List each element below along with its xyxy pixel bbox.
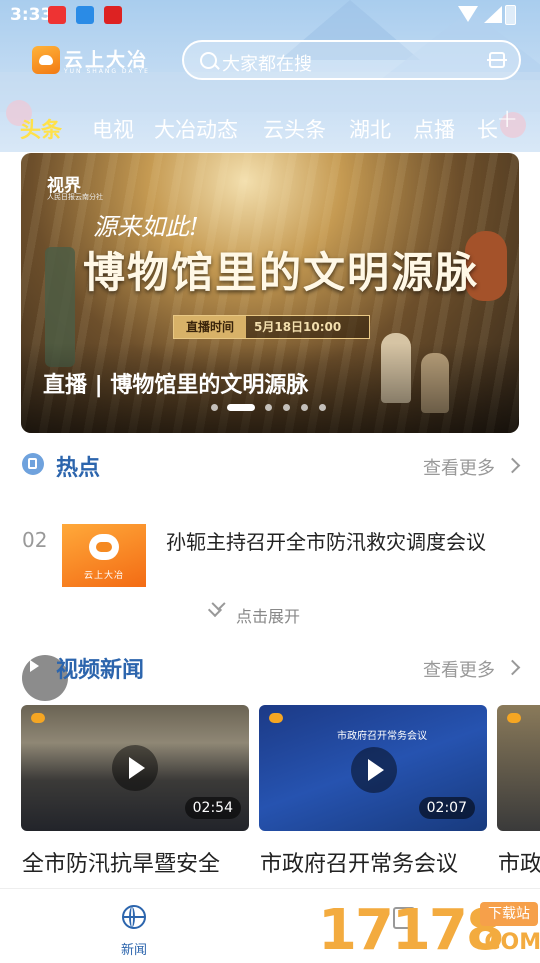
tab-headlines[interactable]: 头条 (20, 114, 62, 144)
chevron-down-icon (207, 602, 223, 618)
video-see-more-link[interactable]: 查看更多 (423, 656, 495, 682)
tab-tv[interactable]: 电视 (92, 114, 134, 144)
video-card-thumbnail[interactable]: 市政府召开常务会议 02:07 (259, 705, 487, 831)
carousel-dot[interactable] (265, 404, 272, 411)
banner-tagline: 源来如此! (93, 213, 199, 241)
video-title[interactable]: 市政府召开常务会议 (260, 846, 458, 878)
channel-tabs: 头条 电视 大冶动态 云头条 湖北 点播 长 (0, 114, 540, 146)
signal-icon (484, 6, 502, 23)
carousel-dot[interactable] (301, 404, 308, 411)
video-title[interactable]: 全市防汛抗旱暨安全 (22, 846, 220, 878)
tab-daye-news[interactable]: 大冶动态 (154, 114, 238, 144)
globe-icon[interactable] (122, 905, 146, 929)
video-card-thumbnail[interactable] (497, 705, 540, 831)
hero-banner[interactable]: 视界 人民日报云南分社 源来如此! 博物馆里的文明源脉 直播时间 5月18日10… (21, 153, 519, 433)
banner-caption: 直播 | 博物馆里的文明源脉 (43, 373, 309, 398)
app-logo-icon (32, 46, 60, 74)
app-notification-icon (104, 6, 122, 24)
video-card-thumbnail[interactable]: 02:54 (21, 705, 249, 831)
hot-item-title: 孙轭主持召开全市防汛救灾调度会议 (166, 530, 486, 554)
watermark-suffix: .COM (476, 930, 540, 955)
carousel-dot[interactable] (211, 404, 218, 411)
tab-on-demand[interactable]: 点播 (413, 114, 455, 144)
download-icon (76, 6, 94, 24)
tab-cloud-headlines[interactable]: 云头条 (263, 114, 326, 144)
search-bar[interactable]: 大家都在搜 (182, 40, 521, 80)
expand-button[interactable]: 点击展开 (236, 603, 300, 627)
notification-icon (48, 6, 66, 24)
channel-logo-icon (31, 713, 45, 723)
app-logo-subtext: YUN SHANG DA YE (64, 68, 150, 75)
carousel-dot-active[interactable] (227, 404, 255, 411)
video-duration: 02:07 (418, 797, 475, 819)
banner-headline: 博物馆里的文明源脉 (83, 248, 480, 297)
status-time: 3:33 (10, 5, 53, 25)
video-title[interactable]: 市政 (498, 846, 540, 878)
hot-see-more-link[interactable]: 查看更多 (423, 454, 495, 480)
video-section-title: 视频新闻 (56, 658, 145, 683)
play-icon[interactable] (351, 747, 397, 793)
carousel-dot[interactable] (283, 404, 290, 411)
chevron-right-icon (504, 457, 521, 474)
banner-brand-sub: 人民日报云南分社 (47, 193, 103, 201)
search-icon (200, 52, 217, 69)
hot-section-icon (22, 453, 44, 475)
add-channel-icon[interactable]: + (496, 104, 518, 134)
thumbnail-logo-text: 云上大冶 (83, 571, 124, 581)
nav-news-label[interactable]: 新闻 (121, 939, 147, 958)
video-thumb-headline: 市政府召开常务会议 (337, 731, 427, 742)
scan-icon[interactable] (487, 52, 507, 68)
status-bar: 3:33 (0, 0, 540, 30)
search-placeholder: 大家都在搜 (222, 54, 312, 75)
live-time-pill: 直播时间 5月18日10:00 (173, 315, 370, 339)
live-time-value: 5月18日10:00 (254, 320, 342, 334)
hot-rank: 02 (22, 528, 48, 552)
battery-icon (505, 5, 516, 25)
hot-section-title: 热点 (56, 456, 101, 481)
watermark-badge: 下载站 (480, 902, 538, 926)
wifi-icon (458, 6, 478, 22)
channel-logo-icon (269, 713, 283, 723)
chevron-right-icon (504, 659, 521, 676)
video-duration: 02:54 (184, 797, 241, 819)
channel-logo-icon (507, 713, 521, 723)
tab-hubei[interactable]: 湖北 (349, 114, 391, 144)
live-time-label: 直播时间 (174, 316, 246, 338)
carousel-dot[interactable] (319, 404, 326, 411)
play-icon[interactable] (112, 745, 158, 791)
news-thumbnail: 云上大冶 (62, 524, 146, 587)
tab-more-channel[interactable]: 长 (477, 114, 498, 144)
